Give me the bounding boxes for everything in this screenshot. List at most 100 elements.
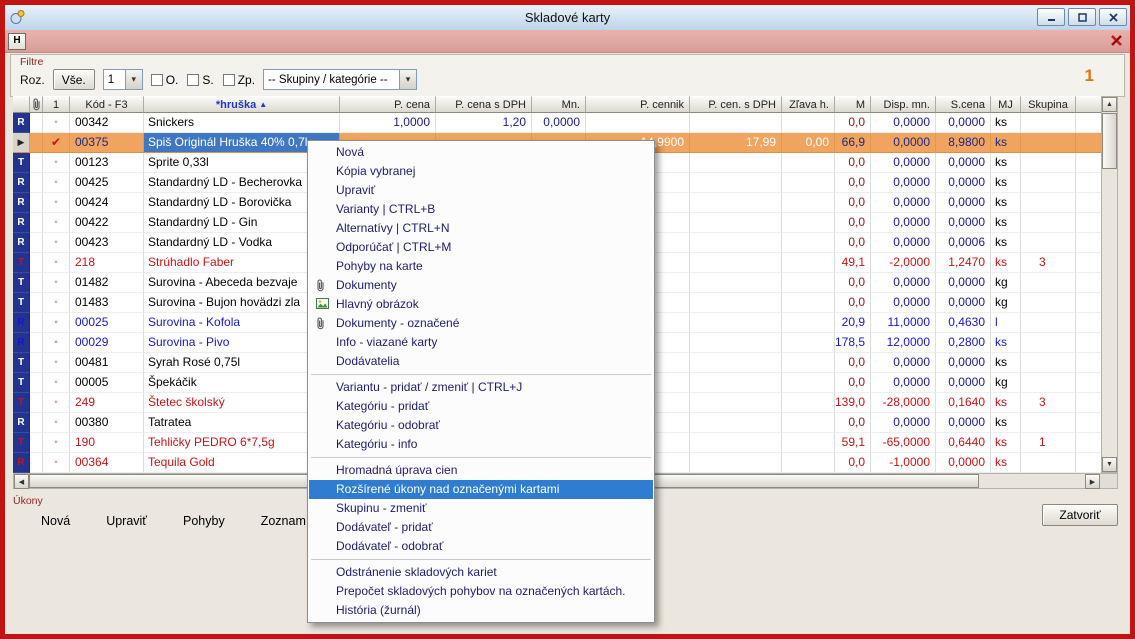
menu-item[interactable]: Odstránenie skladových kariet	[309, 563, 653, 582]
number-select[interactable]: 1 ▾	[103, 69, 143, 90]
column-header-name[interactable]: *hruška▲	[144, 96, 340, 113]
scroll-right-button[interactable]: ▶	[1085, 474, 1100, 489]
cell-disp: 0,0000	[871, 113, 936, 133]
menu-item-label: Hromadná úprava cien	[336, 463, 457, 477]
cell-p_cen_dph	[690, 373, 782, 393]
footer-action-3[interactable]: Pohyby	[183, 514, 225, 528]
filter-checkbox-3[interactable]: Zp.	[223, 73, 255, 87]
cell-clip	[30, 173, 43, 193]
filter-checkbox-1[interactable]: O.	[151, 73, 179, 87]
cell-skupina: 1	[1021, 433, 1076, 453]
cell-disp: 0,0000	[871, 353, 936, 373]
column-header-p_cen_dph[interactable]: P. cen. s DPH	[690, 96, 782, 113]
column-header-m[interactable]: M	[835, 96, 871, 113]
row-state: R	[13, 113, 30, 133]
vse-button[interactable]: Vše.	[53, 69, 95, 90]
cell-m: 0,0	[835, 153, 871, 173]
menu-item[interactable]: Dodávatelia	[309, 352, 653, 371]
menu-item[interactable]: Dokumenty - označené	[309, 314, 653, 333]
table-row[interactable]: R◦00342Snickers1,00001,200,00000,00,0000…	[13, 113, 1101, 133]
menu-item-label: Odporúčať | CTRL+M	[336, 240, 451, 254]
cell-p_cen_dph	[690, 113, 782, 133]
menu-item[interactable]: Nová	[309, 143, 653, 162]
group-category-select[interactable]: -- Skupiny / kategórie -- ▾	[263, 69, 417, 90]
maximize-button[interactable]	[1068, 8, 1096, 26]
menu-item[interactable]: Upraviť	[309, 181, 653, 200]
cell-p_cen_dph	[690, 253, 782, 273]
cell-disp: 12,0000	[871, 333, 936, 353]
menu-item[interactable]: Dodávateľ - odobrať	[309, 537, 653, 556]
row-state: R	[13, 193, 30, 213]
minimize-button[interactable]	[1037, 8, 1065, 26]
cell-m: 49,1	[835, 253, 871, 273]
column-header-skupina[interactable]: Skupina	[1021, 96, 1076, 113]
scroll-down-button[interactable]: ▼	[1102, 457, 1117, 472]
menu-item[interactable]: Hromadná úprava cien	[309, 461, 653, 480]
checkbox-box[interactable]	[223, 74, 235, 86]
attachment-column-header[interactable]	[30, 96, 43, 113]
filter-checkbox-2[interactable]: S.	[187, 73, 213, 87]
menu-item[interactable]: Kategóriu - odobrať	[309, 416, 653, 435]
menu-item[interactable]: História (žurnál)	[309, 601, 653, 620]
menu-item-label: Dokumenty - označené	[336, 316, 459, 330]
cell-skupina	[1021, 153, 1076, 173]
menu-item[interactable]: Dodávateľ - pridať	[309, 518, 653, 537]
menu-item[interactable]: Rozšírené úkony nad označenými kartami	[309, 480, 653, 499]
cell-mj: ks	[991, 353, 1021, 373]
menu-item[interactable]: Dokumenty	[309, 276, 653, 295]
menu-item[interactable]: Kópia vybranej	[309, 162, 653, 181]
checkbox-box[interactable]	[151, 74, 163, 86]
menu-item[interactable]: Alternatívy | CTRL+N	[309, 219, 653, 238]
column-header-code[interactable]: Kód - F3	[70, 96, 144, 113]
column-header-label: Mn.	[562, 99, 580, 111]
menu-item[interactable]: Kategóriu - pridať	[309, 397, 653, 416]
menu-item[interactable]: Hlavný obrázok	[309, 295, 653, 314]
row-dot-icon: ◦	[43, 253, 70, 273]
column-header-p_cena[interactable]: P. cena	[340, 96, 436, 113]
menu-item[interactable]: Prepočet skladových pohybov na označenýc…	[309, 582, 653, 601]
horizontal-scrollbar-track[interactable]	[979, 474, 1085, 488]
cell-s_cena: 0,0000	[936, 293, 991, 313]
menu-item[interactable]: Kategóriu - info	[309, 435, 653, 454]
row-dot-icon: ◦	[43, 113, 70, 133]
cell-m: 66,9	[835, 133, 871, 153]
column-header-p_cennik[interactable]: P. cennik	[586, 96, 690, 113]
menu-item-label: Rozšírené úkony nad označenými kartami	[336, 482, 559, 496]
column-header-disp[interactable]: Disp. mn.	[871, 96, 936, 113]
menu-item[interactable]: Pohyby na karte	[309, 257, 653, 276]
cell-s_cena: 1,2470	[936, 253, 991, 273]
footer-action-2[interactable]: Upraviť	[106, 514, 147, 528]
column-header-mn[interactable]: Mn.	[532, 96, 586, 113]
menu-item[interactable]: Odporúčať | CTRL+M	[309, 238, 653, 257]
vertical-scrollbar-thumb[interactable]	[1102, 113, 1117, 169]
column-header-p_cena_dph[interactable]: P. cena s DPH	[436, 96, 532, 113]
menu-item[interactable]: Variantu - pridať / zmeniť | CTRL+J	[309, 378, 653, 397]
cell-skupina	[1021, 353, 1076, 373]
column-header-mark[interactable]: 1	[43, 96, 70, 113]
column-header-zlava[interactable]: Zľava h.	[782, 96, 835, 113]
cell-m: 0,0	[835, 233, 871, 253]
scroll-left-button[interactable]: ◀	[14, 474, 29, 489]
vertical-scrollbar[interactable]: ▲ ▼	[1101, 96, 1118, 473]
close-window-button[interactable]: Zatvoriť	[1042, 504, 1118, 526]
cell-zlava	[782, 293, 835, 313]
close-button[interactable]	[1099, 8, 1127, 26]
menu-item[interactable]: Info - viazané karty	[309, 333, 653, 352]
h-button[interactable]: H	[8, 33, 26, 50]
column-header-mj[interactable]: MJ	[991, 96, 1021, 113]
close-panel-icon[interactable]	[1110, 34, 1123, 47]
column-header-state[interactable]	[13, 96, 30, 113]
cell-zlava: 0,00	[782, 133, 835, 153]
title-bar[interactable]: Skladové karty	[5, 5, 1130, 31]
footer-action-1[interactable]: Nová	[41, 514, 70, 528]
cell-mj: ks	[991, 453, 1021, 473]
cell-clip	[30, 193, 43, 213]
checkbox-box[interactable]	[187, 74, 199, 86]
column-header-s_cena[interactable]: S.cena	[936, 96, 991, 113]
cell-clip	[30, 133, 43, 153]
cell-code: 00342	[70, 113, 144, 133]
menu-item[interactable]: Varianty | CTRL+B	[309, 200, 653, 219]
scroll-up-button[interactable]: ▲	[1102, 97, 1117, 112]
menu-item[interactable]: Skupinu - zmeniť	[309, 499, 653, 518]
cell-skupina	[1021, 233, 1076, 253]
